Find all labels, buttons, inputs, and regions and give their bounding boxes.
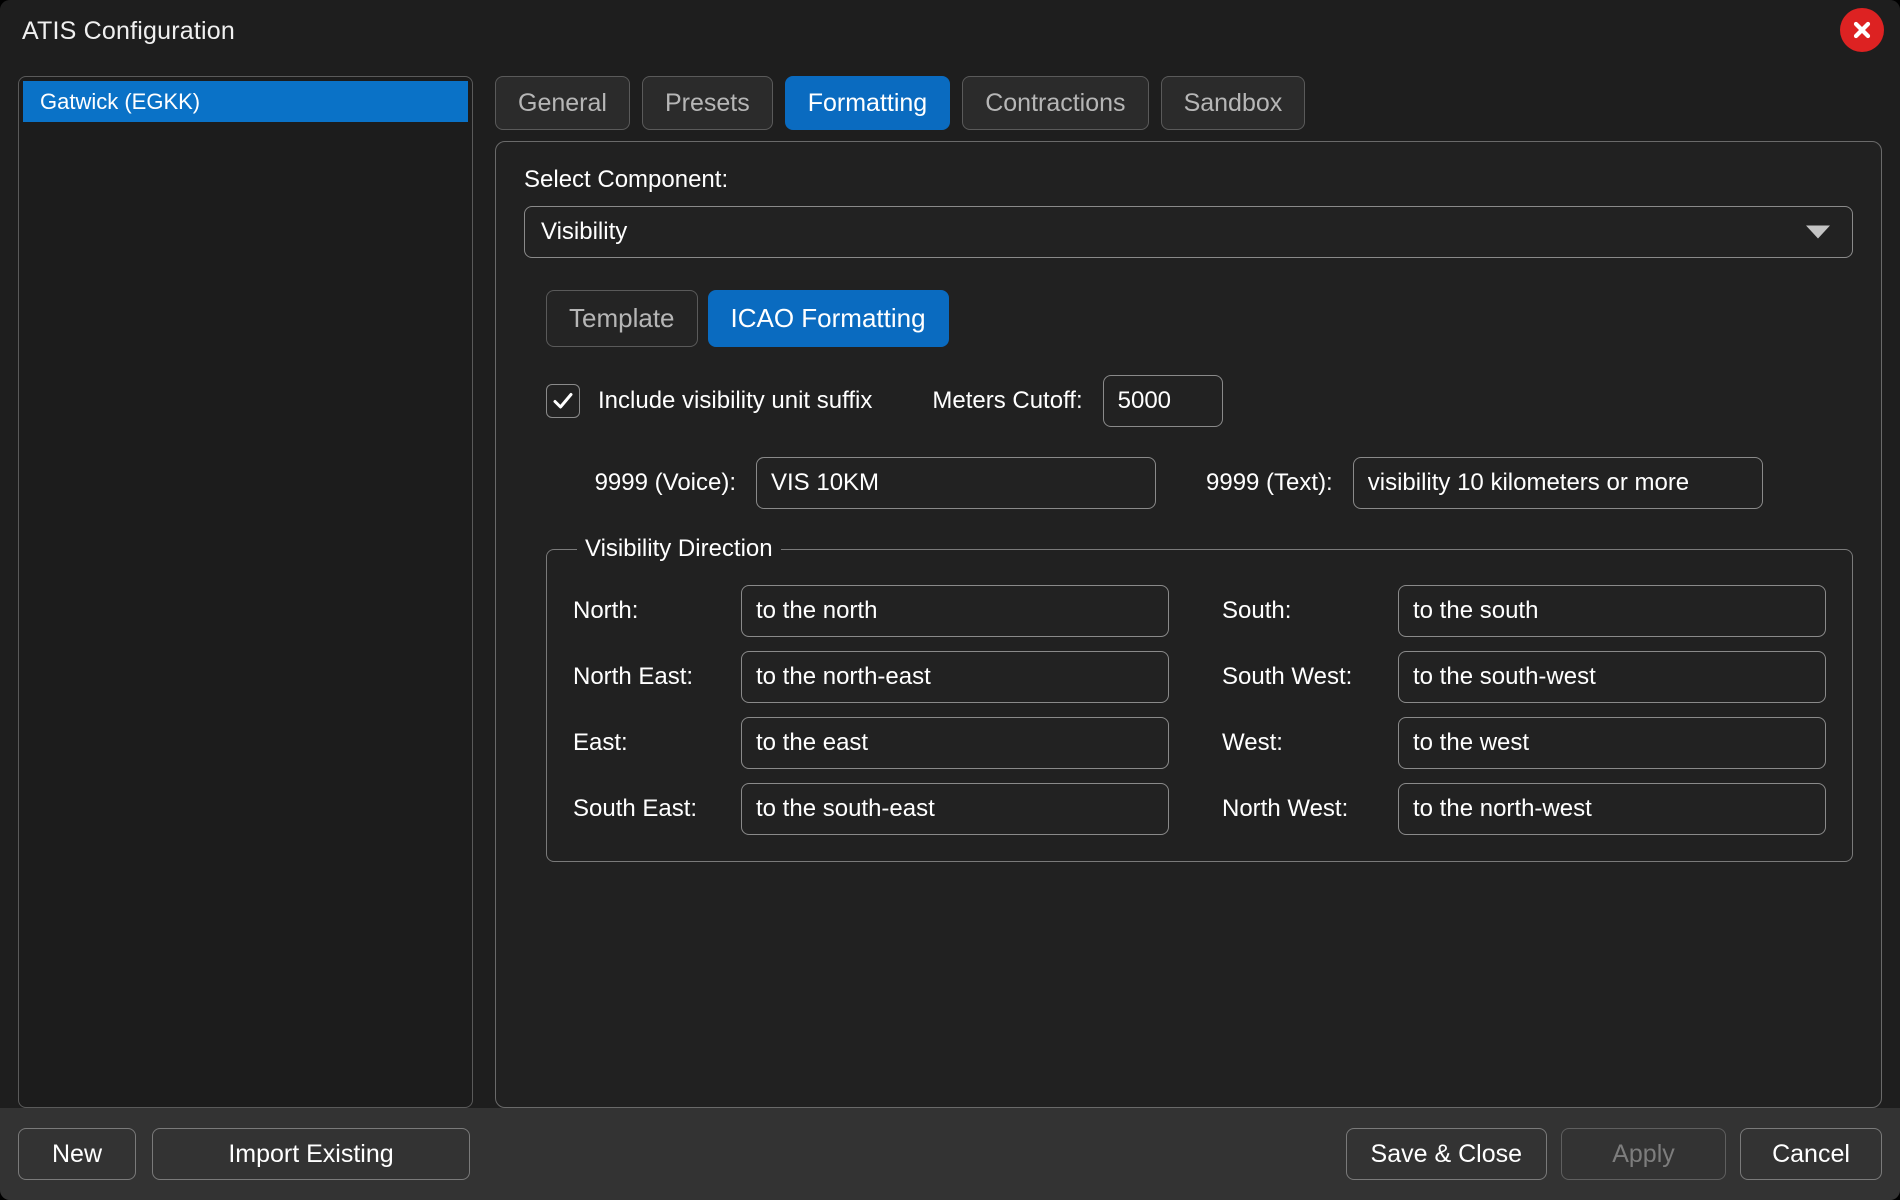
- new-button[interactable]: New: [18, 1128, 136, 1180]
- footer-right-group: Save & Close Apply Cancel: [1345, 1128, 1882, 1180]
- direction-label-south-east: South East:: [573, 795, 698, 822]
- icao-formatting-mode-button[interactable]: ICAO Formatting: [707, 290, 949, 347]
- window-body: Gatwick (EGKK) General Presets Formattin…: [0, 62, 1900, 1108]
- profile-list[interactable]: Gatwick (EGKK): [18, 76, 473, 1108]
- tab-label: General: [518, 88, 607, 117]
- include-visibility-unit-suffix-checkbox[interactable]: [546, 384, 580, 418]
- nines-voice-input[interactable]: [756, 457, 1156, 509]
- direction-input-north-west[interactable]: [1398, 783, 1826, 835]
- visibility-direction-group: Visibility Direction North: South: North…: [546, 535, 1853, 862]
- apply-button-label: Apply: [1612, 1139, 1675, 1168]
- close-circle-icon[interactable]: [1840, 8, 1884, 52]
- import-existing-button-label: Import Existing: [228, 1139, 394, 1168]
- tab-label: Contractions: [985, 88, 1126, 117]
- save-and-close-button[interactable]: Save & Close: [1345, 1128, 1547, 1180]
- footer-left-group: New Import Existing: [18, 1128, 470, 1180]
- component-select[interactable]: Visibility: [524, 206, 1853, 258]
- direction-input-north[interactable]: [741, 585, 1169, 637]
- direction-input-west[interactable]: [1398, 717, 1826, 769]
- import-existing-button[interactable]: Import Existing: [152, 1128, 470, 1180]
- title-bar: ATIS Configuration: [0, 0, 1900, 62]
- cancel-button-label: Cancel: [1772, 1139, 1850, 1168]
- chevron-down-icon: [1806, 225, 1830, 239]
- close-icon: [1853, 21, 1871, 39]
- nines-text-input[interactable]: [1352, 457, 1763, 509]
- save-and-close-button-label: Save & Close: [1370, 1139, 1522, 1168]
- window-title: ATIS Configuration: [22, 16, 235, 45]
- meters-cutoff-input[interactable]: [1102, 375, 1223, 427]
- nines-voice-label: 9999 (Voice):: [594, 469, 736, 496]
- visibility-direction-legend: Visibility Direction: [585, 535, 773, 562]
- include-suffix-row: Include visibility unit suffix Meters Cu…: [546, 375, 1853, 427]
- mode-button-label: ICAO Formatting: [730, 303, 926, 333]
- right-pane: General Presets Formatting Contractions …: [495, 76, 1882, 1108]
- select-component-label: Select Component:: [524, 166, 729, 193]
- nines-row: 9999 (Voice): 9999 (Text):: [546, 457, 1853, 509]
- include-suffix-label: Include visibility unit suffix: [598, 387, 873, 414]
- tab-label: Formatting: [807, 88, 928, 117]
- apply-button[interactable]: Apply: [1561, 1128, 1726, 1180]
- direction-input-north-east[interactable]: [741, 651, 1169, 703]
- profile-list-item[interactable]: Gatwick (EGKK): [23, 81, 468, 122]
- direction-label-north-east: North East:: [573, 663, 694, 690]
- direction-input-east[interactable]: [741, 717, 1169, 769]
- footer-bar: New Import Existing Save & Close Apply C…: [0, 1108, 1900, 1200]
- visibility-direction-grid: North: South: North East: South West: Ea…: [573, 585, 1826, 835]
- tab-label: Sandbox: [1183, 88, 1283, 117]
- direction-input-south[interactable]: [1398, 585, 1826, 637]
- format-mode-group: Template ICAO Formatting: [546, 290, 1853, 347]
- template-mode-button[interactable]: Template: [546, 290, 698, 347]
- tab-sandbox[interactable]: Sandbox: [1160, 76, 1306, 130]
- formatting-panel: Select Component: Visibility Template IC…: [495, 141, 1882, 1108]
- direction-input-south-west[interactable]: [1398, 651, 1826, 703]
- direction-label-south: South:: [1222, 597, 1292, 624]
- meters-cutoff-label: Meters Cutoff:: [932, 387, 1083, 414]
- cancel-button[interactable]: Cancel: [1740, 1128, 1882, 1180]
- direction-label-north-west: North West:: [1222, 795, 1349, 822]
- tab-formatting[interactable]: Formatting: [784, 76, 951, 130]
- tab-bar: General Presets Formatting Contractions …: [495, 76, 1882, 141]
- direction-input-south-east[interactable]: [741, 783, 1169, 835]
- component-select-value: Visibility: [541, 218, 628, 245]
- profile-label: Gatwick (EGKK): [40, 88, 201, 114]
- checkmark-icon: [553, 393, 573, 409]
- direction-label-south-west: South West:: [1222, 663, 1353, 690]
- atis-configuration-window: ATIS Configuration Gatwick (EGKK) Genera…: [0, 0, 1900, 1200]
- direction-label-north: North:: [573, 597, 639, 624]
- tab-label: Presets: [664, 88, 750, 117]
- direction-label-west: West:: [1222, 729, 1283, 756]
- tab-contractions[interactable]: Contractions: [962, 76, 1149, 130]
- mode-button-label: Template: [569, 303, 675, 333]
- direction-label-east: East:: [573, 729, 628, 756]
- nines-text-label: 9999 (Text):: [1206, 469, 1333, 496]
- new-button-label: New: [51, 1139, 102, 1168]
- tab-presets[interactable]: Presets: [641, 76, 773, 130]
- tab-general[interactable]: General: [495, 76, 630, 130]
